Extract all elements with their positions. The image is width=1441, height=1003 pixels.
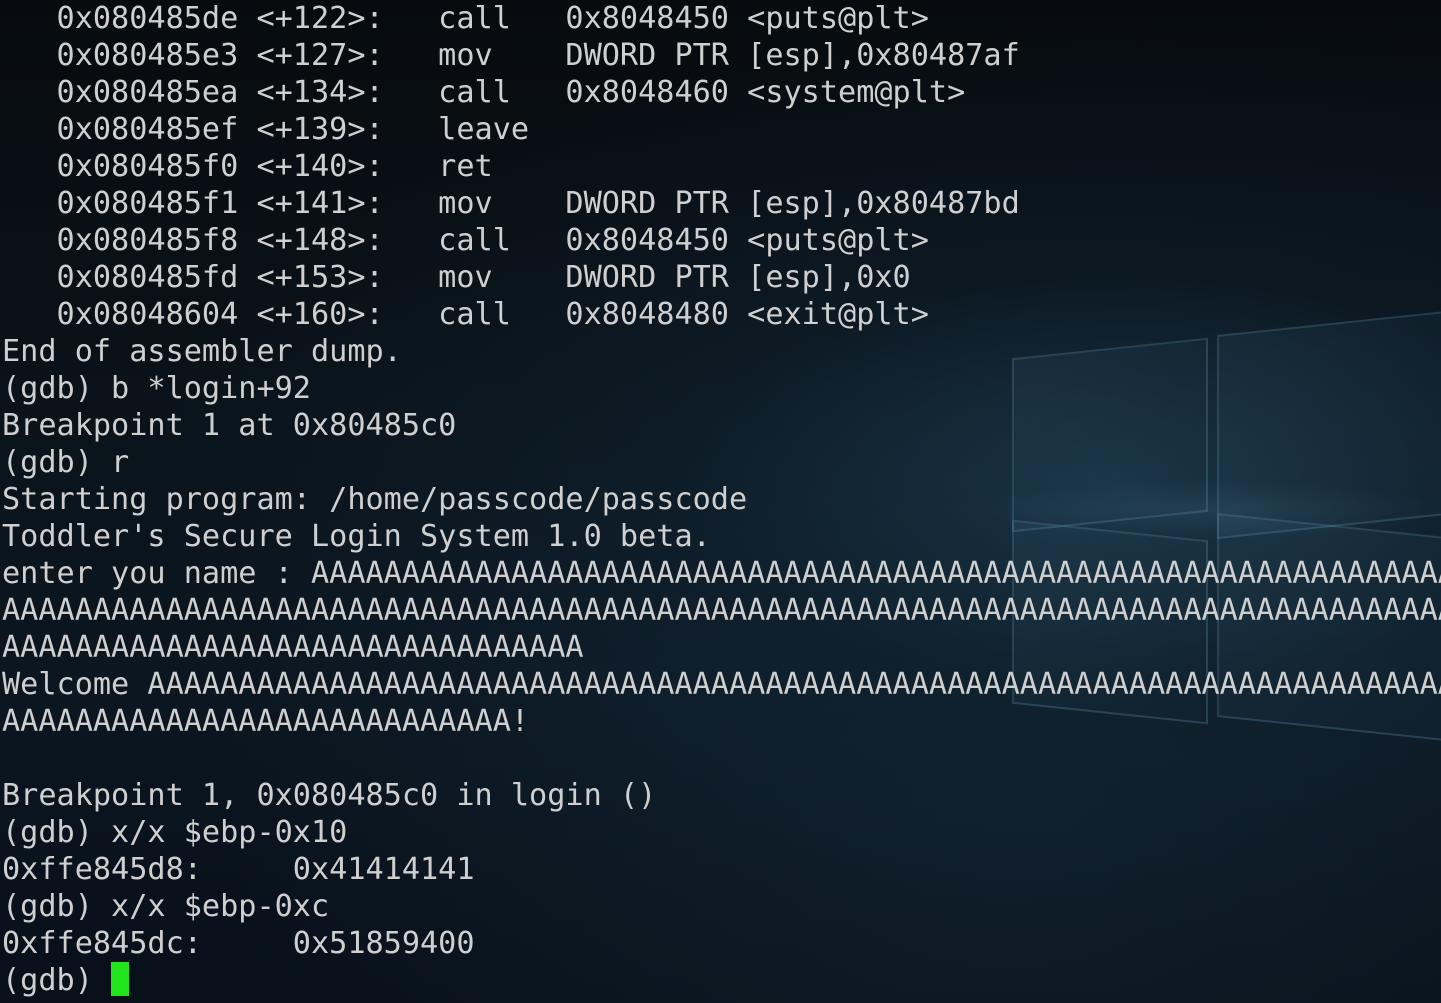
output-line: (gdb) x/x $ebp-0x10 (2, 815, 348, 850)
output-line: (gdb) b *login+92 (2, 371, 311, 406)
output-line: Welcome AAAAAAAAAAAAAAAAAAAAAAAAAAAAAAAA… (2, 667, 1441, 702)
output-line: 0x080485f1 <+141>: mov DWORD PTR [esp],0… (2, 186, 1020, 221)
output-line: 0x08048604 <+160>: call 0x8048480 <exit@… (2, 297, 929, 332)
output-line: 0x080485ea <+134>: call 0x8048460 <syste… (2, 75, 966, 110)
output-line: End of assembler dump. (2, 334, 402, 369)
output-line: 0x080485f8 <+148>: call 0x8048450 <puts@… (2, 223, 929, 258)
output-line: Toddler's Secure Login System 1.0 beta. (2, 519, 711, 554)
output-line: 0x080485ef <+139>: leave (2, 112, 530, 147)
output-line: 0x080485e3 <+127>: mov DWORD PTR [esp],0… (2, 38, 1020, 73)
command-line[interactable]: (gdb) (2, 962, 1441, 999)
output-line: 0x080485de <+122>: call 0x8048450 <puts@… (2, 1, 929, 36)
output-line: AAAAAAAAAAAAAAAAAAAAAAAAAAAA! (2, 704, 530, 739)
output-line: Breakpoint 1 at 0x80485c0 (2, 408, 457, 443)
output-line: enter you name : AAAAAAAAAAAAAAAAAAAAAAA… (2, 556, 1441, 591)
output-line: AAAAAAAAAAAAAAAAAAAAAAAAAAAAAAAA (2, 630, 584, 665)
output-line: (gdb) r (2, 445, 130, 480)
terminal-output: 0x080485de <+122>: call 0x8048450 <puts@… (2, 0, 1441, 999)
output-line: Starting program: /home/passcode/passcod… (2, 482, 748, 517)
output-line: 0xffe845dc: 0x51859400 (2, 926, 475, 961)
output-line: (gdb) x/x $ebp-0xc (2, 889, 330, 924)
output-line: 0xffe845d8: 0x41414141 (2, 852, 475, 887)
output-line: AAAAAAAAAAAAAAAAAAAAAAAAAAAAAAAAAAAAAAAA… (2, 593, 1441, 628)
text-cursor[interactable] (111, 962, 130, 996)
output-line: Breakpoint 1, 0x080485c0 in login () (2, 778, 657, 813)
output-line: 0x080485fd <+153>: mov DWORD PTR [esp],0… (2, 260, 911, 295)
terminal-window[interactable]: 0x080485de <+122>: call 0x8048450 <puts@… (0, 0, 1441, 1003)
output-line: 0x080485f0 <+140>: ret (2, 149, 493, 184)
gdb-prompt: (gdb) (2, 963, 112, 998)
